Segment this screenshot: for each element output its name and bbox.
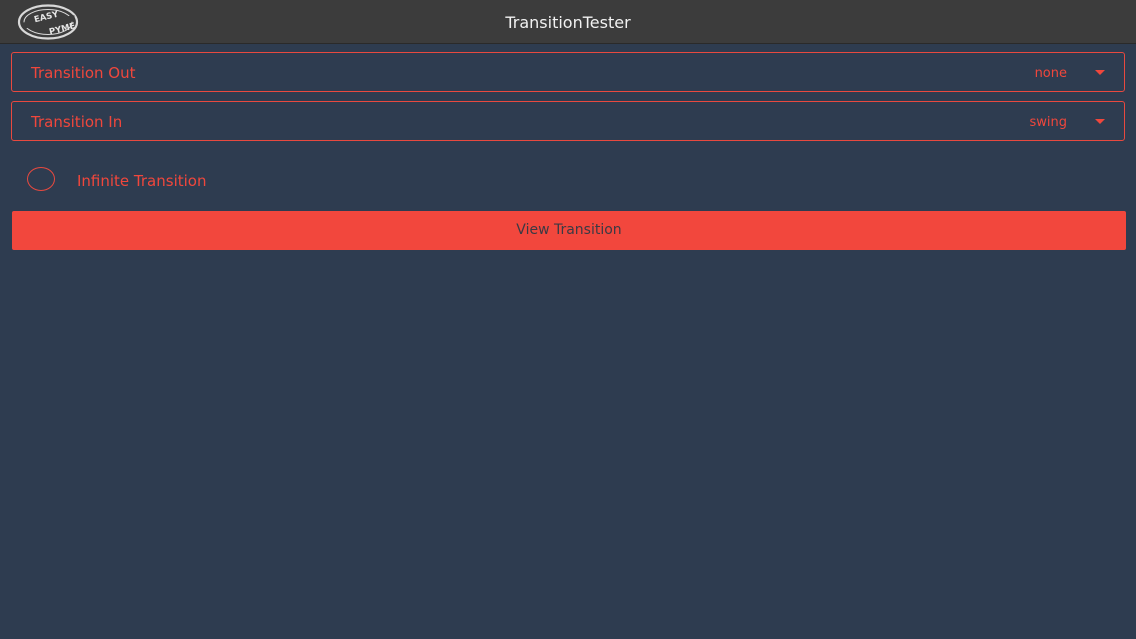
transition-in-dropdown[interactable]: Transition In swing xyxy=(11,101,1125,141)
chevron-down-icon xyxy=(1095,70,1105,75)
transition-in-value: swing xyxy=(1029,115,1067,130)
infinite-transition-toggle[interactable]: Infinite Transition xyxy=(27,166,287,196)
infinite-transition-label: Infinite Transition xyxy=(77,172,207,190)
app-window: EASY PYME TransitionTester Transition Ou… xyxy=(0,0,1136,639)
chevron-down-icon xyxy=(1095,119,1105,124)
transition-out-dropdown[interactable]: Transition Out none xyxy=(11,52,1125,92)
title-bar: EASY PYME TransitionTester xyxy=(0,0,1136,44)
view-transition-button[interactable]: View Transition xyxy=(12,211,1126,250)
transition-in-label: Transition In xyxy=(31,113,123,131)
transition-out-label: Transition Out xyxy=(31,64,136,82)
radio-circle-icon[interactable] xyxy=(27,167,55,191)
transition-out-value: none xyxy=(1034,66,1067,81)
window-title: TransitionTester xyxy=(505,13,631,32)
